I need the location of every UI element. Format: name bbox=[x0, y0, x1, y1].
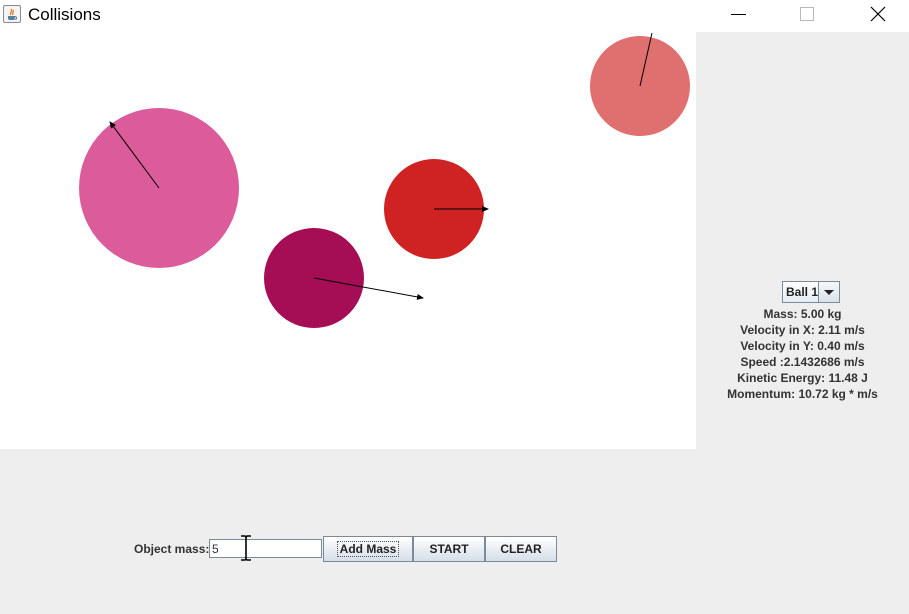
ball-stats: Mass: 5.00 kg Velocity in X: 2.11 m/s Ve… bbox=[696, 306, 909, 402]
add-mass-label: Add Mass bbox=[336, 541, 400, 557]
momentum-readout: Momentum: 10.72 kg * m/s bbox=[727, 387, 878, 401]
clear-button[interactable]: CLEAR bbox=[485, 536, 557, 562]
object-mass-input[interactable] bbox=[209, 539, 322, 558]
control-panel: Object mass: Add Mass START CLEAR bbox=[0, 449, 909, 614]
text-cursor-icon bbox=[241, 535, 251, 561]
velocity-y-readout: Velocity in Y: 0.40 m/s bbox=[740, 339, 865, 353]
start-label: START bbox=[429, 542, 469, 556]
clear-label: CLEAR bbox=[500, 542, 542, 556]
start-button[interactable]: START bbox=[413, 536, 485, 562]
minimize-button[interactable] bbox=[715, 0, 761, 32]
velocity-x-readout: Velocity in X: 2.11 m/s bbox=[740, 323, 865, 337]
ball-3[interactable] bbox=[384, 159, 489, 259]
ball-selector-value: Ball 1 bbox=[786, 285, 819, 299]
close-button[interactable] bbox=[855, 0, 901, 32]
maximize-button[interactable] bbox=[784, 0, 830, 32]
title-bar: Collisions bbox=[0, 0, 909, 32]
maximize-icon bbox=[800, 7, 814, 21]
minimize-icon bbox=[731, 14, 746, 15]
object-mass-label: Object mass: bbox=[134, 542, 210, 556]
ball-4[interactable] bbox=[590, 32, 690, 136]
chevron-down-icon bbox=[824, 290, 834, 295]
close-icon bbox=[870, 6, 886, 22]
speed-readout: Speed :2.1432686 m/s bbox=[740, 355, 865, 369]
info-panel: Ball 1 Mass: 5.00 kg Velocity in X: 2.11… bbox=[696, 32, 909, 449]
add-mass-button[interactable]: Add Mass bbox=[323, 536, 413, 562]
mass-readout: Mass: 5.00 kg bbox=[763, 307, 842, 321]
kinetic-energy-readout: Kinetic Energy: 11.48 J bbox=[737, 371, 868, 385]
dropdown-button[interactable] bbox=[818, 282, 839, 302]
ball-selector[interactable]: Ball 1 bbox=[782, 281, 840, 303]
ball-1[interactable] bbox=[79, 108, 239, 268]
window-title: Collisions bbox=[28, 5, 101, 24]
simulation-canvas[interactable] bbox=[0, 32, 696, 449]
java-icon[interactable] bbox=[3, 5, 21, 23]
